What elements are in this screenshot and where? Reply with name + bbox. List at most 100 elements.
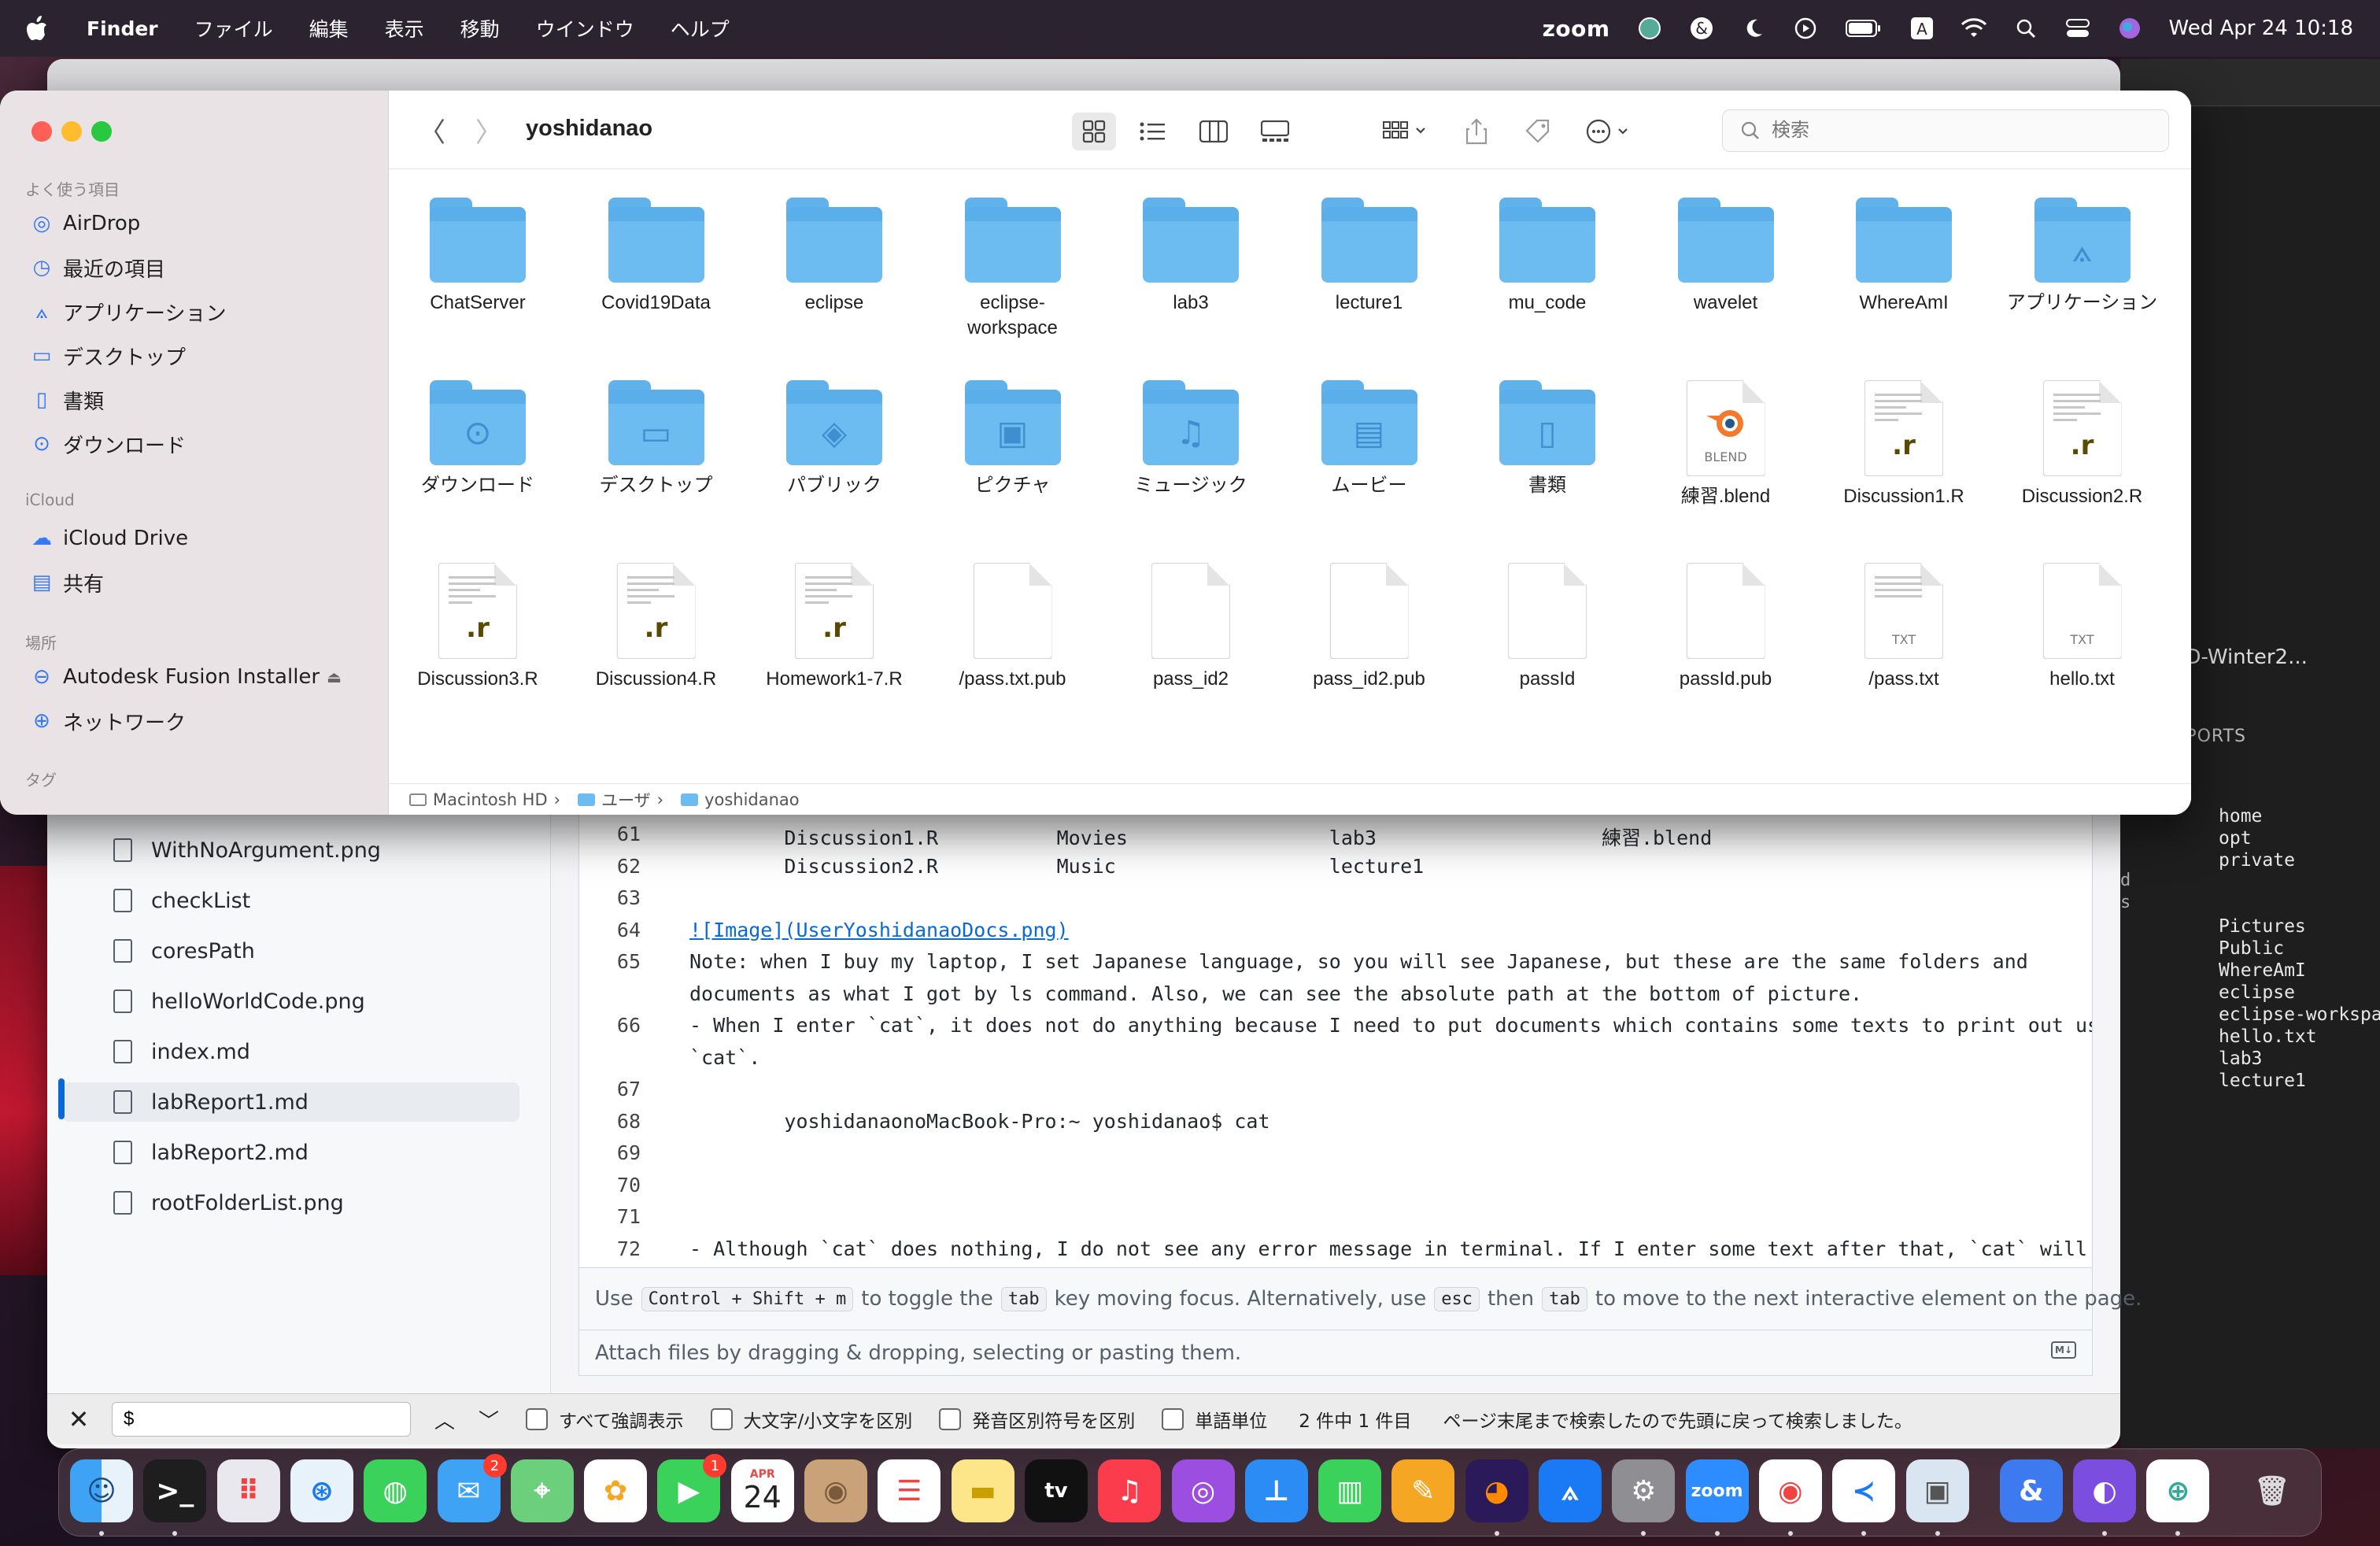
finder-item[interactable]: mu_code [1458, 198, 1636, 316]
finder-item[interactable]: BLEND 練習.blend [1637, 380, 1815, 509]
finder-item[interactable]: ▭ デスクトップ [567, 380, 745, 498]
share-icon[interactable] [1454, 113, 1499, 150]
checkbox-match-diacritics[interactable] [939, 1408, 962, 1430]
dock-messages-icon[interactable]: ◍ [364, 1459, 427, 1522]
finder-item[interactable]: TXT/pass.txt [1815, 563, 1993, 692]
finder-item[interactable]: ChatServer [389, 198, 567, 316]
tab-ports[interactable]: PORTS [2186, 727, 2246, 746]
finder-item[interactable]: wavelet [1637, 198, 1815, 316]
dock-launchpad-icon[interactable]: ⠿ [216, 1459, 280, 1522]
dock-terminal-icon[interactable]: >_ [143, 1459, 207, 1522]
tree-file-item[interactable]: index.md [63, 1032, 519, 1071]
markdown-icon[interactable]: M↓ [2051, 1341, 2076, 1359]
sidebar-item-fusion-installer[interactable]: ⊖ Autodesk Fusion Installer ⏏ [28, 659, 375, 695]
dock-music-icon[interactable]: ♫ [1098, 1459, 1162, 1522]
path-home[interactable]: yoshidanao [704, 790, 800, 809]
dock-globe-app-icon[interactable]: ⊕ [2146, 1459, 2210, 1522]
sidebar-item-icloud-drive[interactable]: ☁ iCloud Drive [28, 520, 375, 557]
globe-icon[interactable] [1637, 16, 1662, 41]
sidebar-item-fav-2[interactable]: ⟑ アプリケーション [28, 294, 375, 330]
tree-file-item[interactable]: helloWorldCode.png [63, 982, 519, 1021]
dock-pages-icon[interactable]: ✎ [1391, 1459, 1455, 1522]
attach-files-bar[interactable]: Attach files by dragging & dropping, sel… [578, 1330, 2093, 1376]
finder-item[interactable]: TXT hello.txt [1994, 563, 2171, 692]
menu-app-finder[interactable]: Finder [87, 17, 158, 40]
moon-icon[interactable] [1741, 16, 1766, 41]
dock-numbers-icon[interactable]: ▥ [1318, 1459, 1382, 1522]
more-actions-icon[interactable] [1580, 113, 1643, 150]
control-center-icon[interactable] [2065, 16, 2090, 41]
markdown-editor[interactable]: 61 Discussion1.R Movies lab3 練習.blend 62 … [578, 815, 2093, 1267]
tree-file-item[interactable]: checkList [63, 881, 519, 920]
list-view-icon[interactable] [1130, 113, 1174, 150]
finder-item[interactable]: eclipse- workspace [924, 198, 1102, 341]
dock-notes-icon[interactable]: ▬ [951, 1459, 1014, 1522]
column-view-icon[interactable] [1192, 113, 1236, 150]
checkbox-match-case[interactable] [710, 1408, 733, 1430]
finder-item[interactable]: ▤ ムービー [1281, 380, 1458, 498]
minimize-window-button[interactable] [61, 121, 82, 142]
dock-firefox-icon[interactable]: ◕ [1465, 1459, 1528, 1522]
finder-item[interactable]: .r Discussion3.R [389, 563, 567, 692]
eject-icon[interactable]: ⏏ [327, 668, 342, 686]
dock-github-icon[interactable]: ◐ [2073, 1459, 2137, 1522]
finder-item[interactable]: /pass.txt.pub [924, 563, 1102, 692]
tree-file-item[interactable]: WithNoArgument.png [63, 830, 519, 870]
finder-item[interactable]: pass_id2 [1102, 563, 1280, 692]
play-circle-icon[interactable] [1793, 16, 1818, 41]
sidebar-item-fav-3[interactable]: ▭ デスクトップ [28, 338, 375, 374]
icon-view-icon[interactable] [1072, 113, 1116, 150]
checkbox-highlight-all[interactable] [526, 1408, 549, 1430]
dock-podcasts-icon[interactable]: ◎ [1171, 1459, 1235, 1522]
find-previous-icon[interactable]: ︿ [434, 1405, 455, 1434]
zoom-window-button[interactable] [91, 121, 112, 142]
search-input[interactable] [1772, 120, 2149, 142]
menu-go[interactable]: 移動 [460, 14, 500, 43]
tree-file-item[interactable]: labReport2.md [63, 1133, 519, 1172]
option-match-case[interactable]: 大文字/小文字を区別 [710, 1406, 912, 1433]
menu-window[interactable]: ウインドウ [536, 14, 634, 43]
ampersand-app-icon[interactable]: & [1689, 16, 1714, 41]
option-highlight-all[interactable]: すべて強調表示 [526, 1406, 684, 1433]
find-input[interactable] [112, 1402, 411, 1437]
close-window-button[interactable] [31, 121, 52, 142]
dock-reminders-icon[interactable]: ☰ [878, 1459, 941, 1522]
dock-finder-icon[interactable]: ☺ [70, 1459, 133, 1522]
menu-edit[interactable]: 編集 [309, 14, 349, 43]
path-users[interactable]: ユーザ [601, 788, 651, 812]
dock-app-store-icon[interactable]: ⟑ [1539, 1459, 1602, 1522]
finder-item[interactable]: ◈ パブリック [745, 380, 923, 498]
input-source-icon[interactable]: A [1909, 16, 1935, 41]
menu-file[interactable]: ファイル [194, 14, 273, 43]
dock-keynote-icon[interactable]: ⊥ [1244, 1459, 1308, 1522]
close-find-icon[interactable]: ✕ [55, 1404, 102, 1434]
dock-vscode-icon[interactable]: ≺ [1832, 1459, 1896, 1522]
forward-icon[interactable]: 〉 [475, 111, 502, 150]
back-icon[interactable]: 〈 [419, 111, 445, 150]
dock-zoom-icon[interactable]: zoom [1685, 1459, 1749, 1522]
finder-item[interactable]: .r Discussion4.R [567, 563, 745, 692]
sidebar-item-fav-0[interactable]: ◎ AirDrop [28, 205, 375, 242]
finder-item[interactable]: WhereAmI [1815, 198, 1993, 316]
dock-trash-icon[interactable]: 🗑 [2241, 1459, 2304, 1522]
sidebar-item-network[interactable]: ⊕ ネットワーク [28, 703, 375, 739]
finder-item[interactable]: ♫ ミュージック [1102, 380, 1280, 498]
wifi-icon[interactable] [1961, 16, 1986, 41]
finder-item[interactable]: ▣ ピクチャ [924, 380, 1102, 498]
zoom-status-item[interactable]: zoom [1543, 16, 1610, 42]
finder-item[interactable]: lecture1 [1281, 198, 1458, 316]
dock-system-settings-icon[interactable]: ⚙ [1612, 1459, 1676, 1522]
option-match-diacritics[interactable]: 発音区別符号を区別 [939, 1406, 1135, 1433]
dock-preview-icon[interactable]: ▣ [1905, 1459, 1969, 1522]
dock-calendar-icon[interactable]: APR 24 [730, 1459, 794, 1522]
sidebar-item-fav-5[interactable]: ⊙ ダウンロード [28, 426, 375, 462]
dock-chrome-icon[interactable]: ◉ [1758, 1459, 1822, 1522]
tree-file-item[interactable]: rootFolderList.png [63, 1183, 519, 1222]
sidebar-item-fav-4[interactable]: ▯ 書類 [28, 382, 375, 418]
tree-file-item[interactable]: labReport1.md [63, 1082, 519, 1122]
dock-maps-icon[interactable]: ⌖ [510, 1459, 574, 1522]
gallery-view-icon[interactable] [1253, 113, 1297, 150]
finder-item[interactable]: ⟑ アプリケーション [1994, 198, 2171, 316]
battery-icon[interactable] [1845, 16, 1883, 41]
dock-ampersand-icon[interactable]: & [1999, 1459, 2063, 1522]
